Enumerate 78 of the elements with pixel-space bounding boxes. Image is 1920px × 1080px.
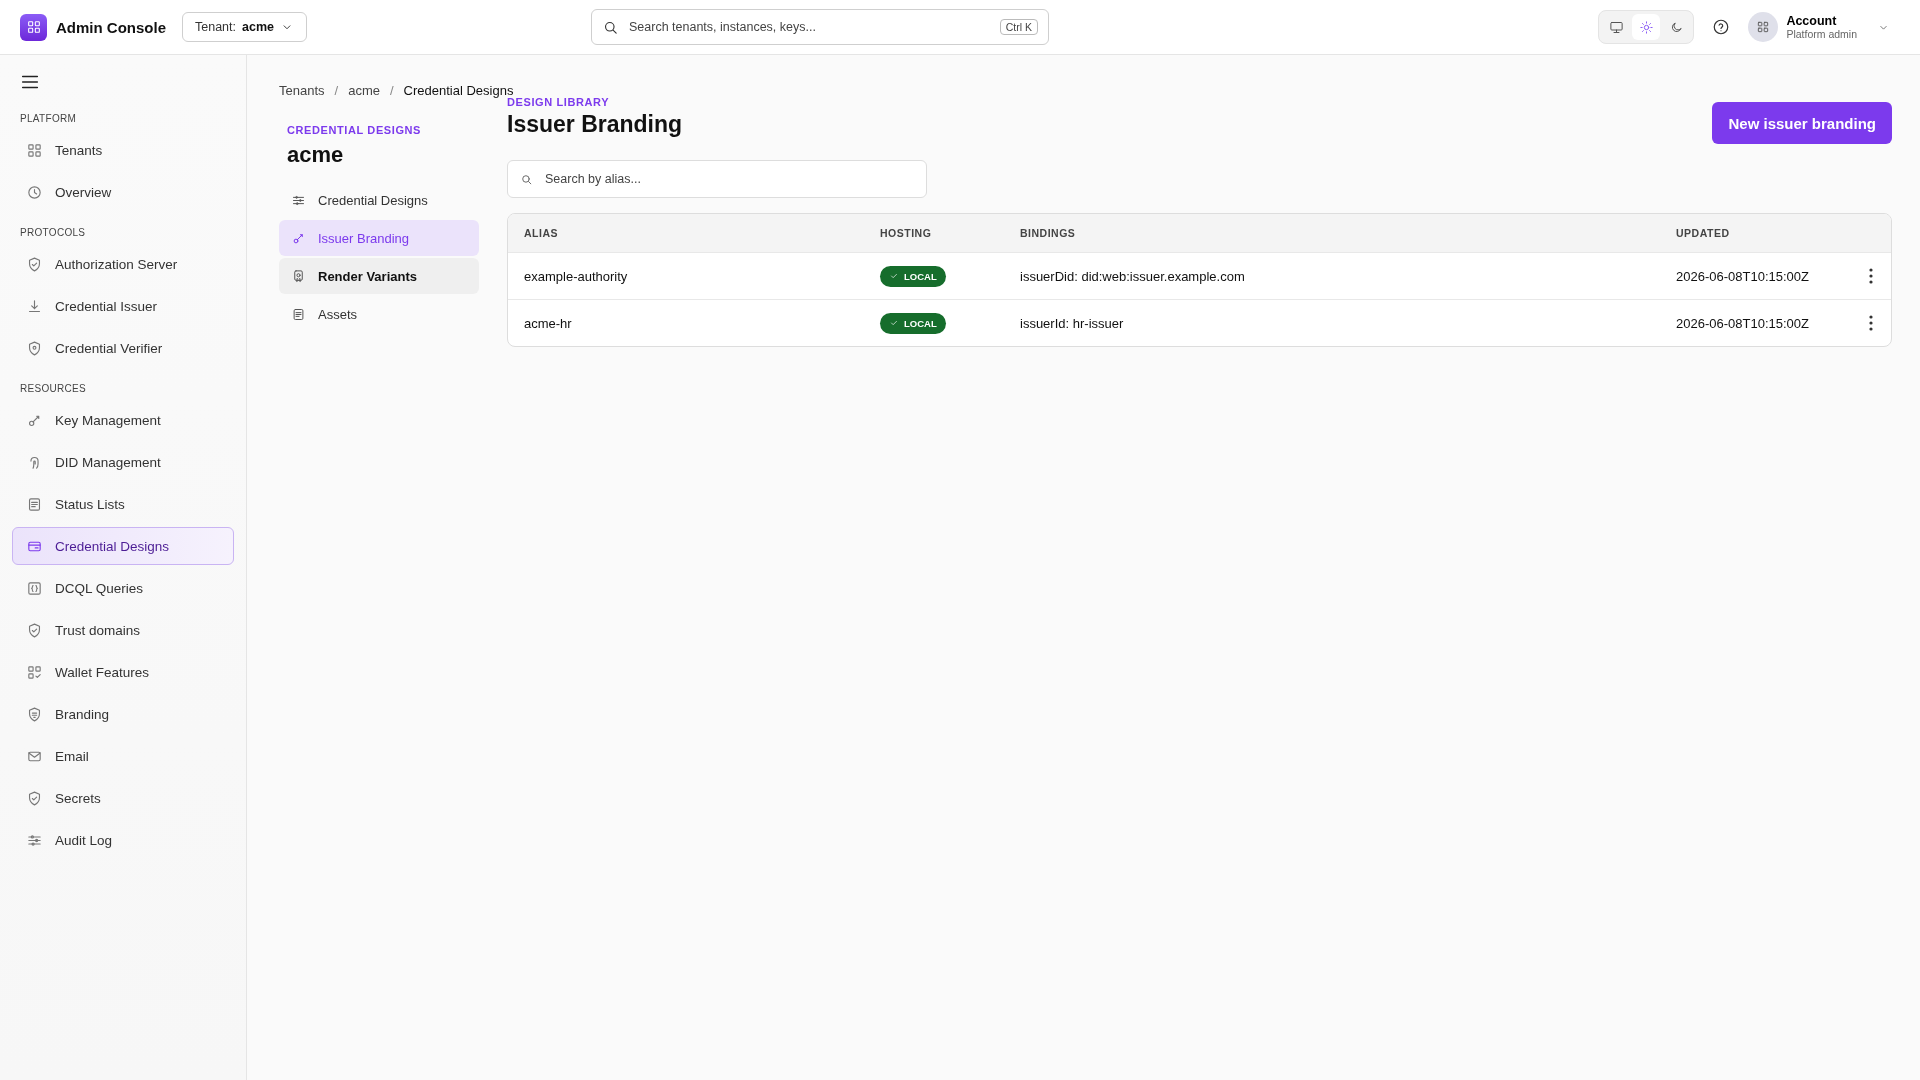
grid-icon: [1756, 20, 1771, 34]
bindings-cell-text: issuerDid: did:web:issuer.example.com: [1020, 268, 1246, 284]
updated-cell-text: 2026-06-08T10:15:00Z: [1676, 315, 1810, 331]
nav-group-label: PROTOCOLS: [20, 227, 87, 238]
more-icon: [1869, 268, 1873, 284]
sidebar-item[interactable]: Credential Designs: [12, 527, 234, 565]
sun-icon: [1638, 19, 1654, 35]
app-title: Admin Console: [56, 18, 166, 36]
breadcrumb-separator: /: [389, 83, 394, 98]
sidebar-item[interactable]: Overview: [12, 173, 234, 211]
column-header: UPDATED: [1676, 227, 1731, 239]
subnav-item[interactable]: Credential Designs: [279, 182, 479, 218]
certificate-icon: [291, 268, 306, 284]
breadcrumb-link[interactable]: Tenants: [279, 83, 325, 98]
global-search-field[interactable]: Search tenants, instances, keys... Ctrl K: [591, 9, 1049, 45]
alias-cell-text: acme-hr: [524, 315, 573, 331]
check-icon: [889, 318, 899, 328]
search-icon: [520, 172, 533, 186]
theme-option[interactable]: [1632, 14, 1661, 40]
help-button[interactable]: [1712, 18, 1731, 36]
bindings-cell-text: issuerId: hr-issuer: [1020, 315, 1125, 331]
hosting-badge: LOCAL: [880, 265, 946, 287]
sidebar-item[interactable]: Secrets: [12, 779, 234, 817]
sidebar-item[interactable]: Wallet Features: [12, 653, 234, 691]
document-icon: [291, 306, 306, 322]
help-icon: [1712, 18, 1731, 36]
updated-cell-text: 2026-06-08T10:15:00Z: [1676, 268, 1810, 284]
document-icon: [26, 495, 43, 513]
check-icon: [889, 271, 899, 281]
monitor-icon: [1608, 19, 1624, 35]
page-title: Issuer Branding: [507, 111, 683, 138]
alias-search-field[interactable]: Search by alias...: [507, 160, 927, 198]
braces-icon: [26, 579, 43, 597]
alias-cell-text: example-authority: [524, 268, 629, 284]
tenant-selector[interactable]: Tenant: acme: [182, 12, 307, 42]
grid-icon: [25, 19, 42, 35]
sidebar-item[interactable]: Email: [12, 737, 234, 775]
shortcut-hint: Ctrl K: [999, 19, 1038, 35]
shield-check-icon: [26, 621, 43, 639]
sidebar-item[interactable]: Key Management: [12, 401, 234, 439]
download-icon: [26, 297, 43, 315]
sidebar-item[interactable]: Audit Log: [12, 821, 234, 859]
column-header: HOSTING: [880, 227, 933, 239]
nav-group-label: RESOURCES: [20, 383, 88, 394]
shield-icon: [26, 705, 43, 723]
alias-search-input[interactable]: Search by alias...: [543, 171, 914, 187]
breadcrumb-separator: /: [334, 83, 339, 98]
sidebar-item[interactable]: Credential Verifier: [12, 329, 234, 367]
hosting-badge: LOCAL: [880, 312, 946, 334]
shield-check-icon: [26, 255, 43, 273]
page-eyebrow: DESIGN LIBRARY: [507, 96, 611, 108]
breadcrumb-link[interactable]: acme: [348, 83, 380, 98]
clock-icon: [26, 183, 43, 201]
nav-group-label: PLATFORM: [20, 113, 78, 124]
shield-check-icon: [26, 789, 43, 807]
sidebar-item[interactable]: Trust domains: [12, 611, 234, 649]
global-search-input[interactable]: Search tenants, instances, keys...: [627, 19, 992, 35]
subnav-item[interactable]: Render Variants: [279, 258, 479, 294]
sidebar-item[interactable]: DCQL Queries: [12, 569, 234, 607]
sidebar-item[interactable]: Branding: [12, 695, 234, 733]
sidebar-item[interactable]: Status Lists: [12, 485, 234, 523]
sidebar-item[interactable]: Tenants: [12, 131, 234, 169]
sidebar-item[interactable]: Credential Issuer: [12, 287, 234, 325]
sidebar-item[interactable]: Authorization Server: [12, 245, 234, 283]
shield-icon: [26, 339, 43, 357]
sidebar-item[interactable]: DID Management: [12, 443, 234, 481]
grid-icon: [26, 141, 43, 159]
breadcrumb-current[interactable]: Credential Designs: [403, 83, 514, 98]
new-issuer-branding-button[interactable]: New issuer branding: [1712, 102, 1892, 144]
column-header: ALIAS: [524, 227, 559, 239]
subnav-item[interactable]: Issuer Branding: [279, 220, 479, 256]
tenant-title: acme: [287, 142, 345, 168]
grid-check-icon: [26, 663, 43, 681]
section-eyebrow: CREDENTIAL DESIGNS: [287, 124, 423, 136]
subnav-item[interactable]: Assets: [279, 296, 479, 332]
column-header: BINDINGS: [1020, 227, 1077, 239]
account-menu[interactable]: Account Platform admin: [1748, 12, 1890, 42]
more-icon: [1869, 315, 1873, 331]
